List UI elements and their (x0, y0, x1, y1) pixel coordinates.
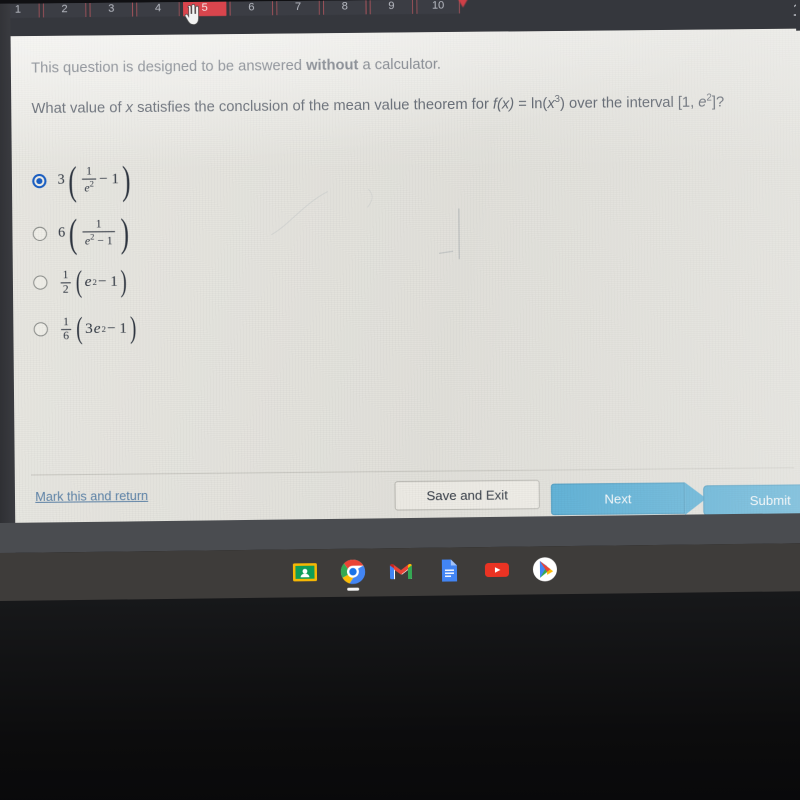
instruction-emphasis: without (305, 57, 359, 74)
prompt-part-4: ]? (711, 94, 725, 111)
option-b-numerator: 1 (95, 218, 102, 231)
option-a-coefficient: 3 (57, 172, 65, 188)
radio-option-c[interactable] (33, 275, 48, 291)
red-triangle-marker-icon (455, 0, 471, 8)
active-app-indicator (347, 587, 360, 591)
option-a-expression: 3 ( 1 e2 − 1 ) (57, 157, 133, 203)
mark-this-and-return-link[interactable]: Mark this and return (35, 489, 148, 504)
browser-tab-4[interactable]: 4 (135, 0, 180, 17)
option-c-fraction: 1 2 (60, 269, 71, 297)
next-button[interactable]: Next (550, 482, 686, 516)
instruction-text: This question is designed to be answered… (31, 56, 441, 76)
option-c[interactable]: 1 2 ( e2 − 1 ) (33, 265, 129, 299)
prompt-function: f(x) (492, 96, 515, 113)
instruction-suffix: a calculator. (358, 56, 442, 74)
save-and-exit-button[interactable]: Save and Exit (394, 479, 540, 511)
option-a[interactable]: 3 ( 1 e2 − 1 ) (32, 157, 134, 203)
option-c-denominator: 2 (60, 282, 71, 297)
browser-tab-2[interactable]: 2 (42, 0, 87, 18)
option-d-fraction: 1 6 (61, 315, 72, 344)
classroom-icon[interactable] (292, 559, 318, 585)
prompt-variable: x (125, 99, 134, 117)
option-d-trailing: − 1 (106, 320, 128, 337)
browser-tab-10[interactable]: 10 (416, 0, 461, 15)
radio-option-d[interactable] (33, 322, 48, 337)
gmail-icon[interactable] (388, 558, 414, 584)
laptop-deck (0, 590, 800, 800)
chrome-icon[interactable] (340, 559, 366, 591)
option-b-denominator: e2 − 1 (82, 230, 115, 249)
browser-tab-7[interactable]: 7 (276, 0, 320, 16)
option-c-trailing: − 1 (97, 273, 118, 291)
question-prompt: What value of x satisfies the conclusion… (31, 92, 724, 117)
screen-smudge (426, 206, 488, 275)
option-c-base: e (84, 273, 92, 291)
youtube-icon[interactable] (484, 557, 510, 583)
option-a-trailing: − 1 (98, 171, 120, 188)
tab-list: 1 2 3 4 5 6 7 8 9 10 (0, 0, 461, 19)
option-c-power: 2 (92, 277, 97, 288)
browser-tab-6[interactable]: 6 (229, 0, 274, 16)
prompt-e: e (698, 94, 707, 111)
browser-tab-8[interactable]: 8 (322, 0, 367, 15)
instruction-prefix: This question is designed to be answered (31, 57, 307, 77)
play-store-icon[interactable] (532, 556, 558, 582)
option-d-numerator: 1 (62, 315, 69, 329)
quiz-page: This question is designed to be answered… (8, 28, 800, 532)
option-b-fraction: 1 e2 − 1 (82, 218, 115, 249)
option-b-expression: 6 ( 1 e2 − 1 ) (58, 209, 131, 255)
option-d-power: 2 (101, 323, 106, 335)
option-a-fraction: 1 e2 (82, 165, 97, 196)
option-a-denominator: e2 (82, 178, 97, 196)
option-d-base: e (93, 320, 101, 337)
option-d-lead: 3 (85, 320, 93, 337)
screen-smudge (269, 185, 402, 252)
option-c-numerator: 1 (62, 269, 69, 282)
browser-tab-3[interactable]: 3 (89, 0, 134, 18)
prompt-equals-ln: = ln( (514, 95, 548, 113)
docs-icon[interactable] (436, 557, 462, 583)
browser-tab-9[interactable]: 9 (369, 0, 414, 15)
option-a-numerator: 1 (86, 165, 92, 178)
submit-button[interactable]: Submit (703, 484, 800, 516)
radio-option-b[interactable] (32, 226, 48, 241)
option-b[interactable]: 6 ( 1 e2 − 1 ) (32, 209, 132, 256)
pointer-hand-icon (184, 3, 200, 26)
option-d-denominator: 6 (61, 328, 72, 344)
photo-of-chromebook-screen: 12345678910 1 This question is designed … (0, 0, 800, 800)
prompt-part-3: ) over the interval [1, (559, 94, 699, 112)
prompt-part-1: What value of (31, 99, 126, 118)
option-b-coefficient: 6 (58, 225, 66, 241)
radio-option-a[interactable] (32, 173, 47, 189)
footer-divider (31, 467, 795, 476)
shelf-app-list (292, 556, 558, 591)
option-d-expression: 1 6 ( 3e2 − 1 ) (59, 311, 138, 346)
option-d[interactable]: 1 6 ( 3e2 − 1 ) (33, 311, 139, 346)
option-c-expression: 1 2 ( e2 − 1 ) (58, 265, 129, 299)
prompt-part-2: satisfies the conclusion of the mean val… (132, 96, 494, 117)
top-right-bezel (795, 0, 800, 31)
